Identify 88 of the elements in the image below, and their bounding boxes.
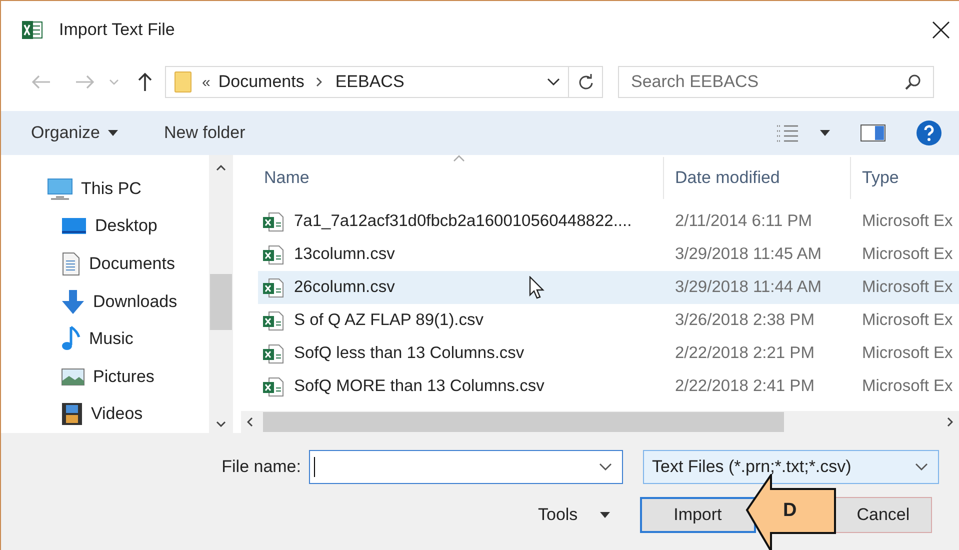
chevron-down-icon (915, 463, 928, 471)
picture-icon (61, 368, 85, 386)
date-cell-text: 3/26/2018 2:38 PM (674, 311, 816, 330)
film-icon (61, 402, 83, 426)
column-header[interactable]: Type (851, 157, 959, 199)
file-row[interactable]: 13column.csv 3/29/2018 11:45 AM Microsoft Ex (258, 238, 959, 271)
file-name: SofQ less than 13 Columns.csv (294, 344, 524, 363)
document-icon (61, 252, 81, 276)
type-cell-text: Microsoft Ex (861, 311, 954, 330)
date-cell-text: 2/22/2018 2:21 PM (674, 344, 816, 363)
spreadsheet-file-icon (262, 278, 284, 298)
file-type-dropdown[interactable]: Text Files (*.prn;*.txt;*.csv) (643, 450, 939, 484)
preview-pane-icon[interactable] (860, 124, 886, 142)
date-cell-text: 2/11/2014 6:11 PM (674, 212, 813, 231)
chevron-right-icon[interactable] (316, 77, 324, 87)
folder-icon (174, 71, 192, 93)
type-cell-text: Microsoft Ex (861, 344, 954, 363)
scrollbar-thumb[interactable] (263, 412, 784, 432)
file-name: SofQ MORE than 13 Columns.csv (294, 377, 544, 396)
spreadsheet-file-icon (262, 344, 284, 364)
up-arrow-icon[interactable] (137, 72, 153, 92)
mouse-cursor-icon (529, 276, 545, 300)
spreadsheet-file-icon (262, 244, 284, 264)
file-name: 13column.csv (294, 245, 395, 264)
view-list-icon[interactable] (776, 124, 800, 142)
caret-icon[interactable] (820, 130, 830, 136)
nav-item[interactable]: Pictures (1, 358, 209, 396)
search-field[interactable]: Search EEBACS (618, 66, 934, 98)
breadcrumb[interactable]: Documents (218, 72, 304, 92)
spreadsheet-app-icon (21, 20, 43, 40)
nav-item[interactable]: Music (1, 320, 209, 358)
file-name: 7a1_7a12acf31d0fbcb2a160010560448822.... (294, 212, 632, 231)
breadcrumb[interactable]: EEBACS (335, 72, 404, 92)
computer-icon (47, 178, 73, 200)
nav-item[interactable]: Desktop (1, 208, 209, 246)
search-icon (905, 74, 921, 90)
tools-button[interactable]: Tools (528, 501, 620, 529)
date-cell-text: 3/29/2018 11:45 AM (674, 245, 822, 264)
scroll-down-icon[interactable] (216, 421, 226, 427)
file-name: 26column.csv (294, 278, 395, 297)
nav-item[interactable]: Videos (1, 396, 209, 434)
close-icon[interactable] (932, 21, 950, 39)
down-arrow-icon (61, 288, 85, 315)
chevron-down-icon[interactable] (547, 78, 560, 86)
scrollbar-thumb[interactable] (210, 274, 232, 330)
dialog-button[interactable]: Cancel (836, 497, 932, 533)
column-header[interactable]: Name (241, 157, 664, 199)
desktop-icon (61, 216, 87, 236)
column-header[interactable]: Date modified (664, 157, 851, 199)
file-name-field[interactable] (309, 450, 623, 484)
type-cell-text: Microsoft Ex (861, 212, 954, 231)
spreadsheet-file-icon (262, 310, 284, 330)
nav-item[interactable]: Downloads (1, 282, 209, 320)
type-cell-text: Microsoft Ex (861, 278, 954, 297)
horizontal-scrollbar[interactable] (241, 411, 959, 433)
scroll-left-icon[interactable] (247, 417, 253, 427)
file-row[interactable]: 7a1_7a12acf31d0fbcb2a160010560448822.... 2/11/2014 6:11 PM Microsoft Ex (258, 205, 959, 238)
spreadsheet-file-icon (262, 212, 284, 232)
music-note-icon (61, 326, 81, 352)
date-cell-text: 2/22/2018 2:41 PM (674, 377, 816, 396)
refresh-icon (578, 74, 594, 90)
caret-icon (108, 130, 118, 136)
scroll-up-icon[interactable] (216, 165, 226, 171)
scroll-right-icon[interactable] (947, 417, 953, 427)
address-bar[interactable]: « Documents EEBACS (165, 66, 603, 98)
file-row[interactable]: SofQ less than 13 Columns.csv 2/22/2018 2:21 PM Microsoft Ex (258, 337, 959, 370)
file-name-label: File name: (220, 457, 301, 477)
overflow-chevrons[interactable]: « (202, 74, 210, 90)
type-cell-text: Microsoft Ex (861, 245, 954, 264)
file-row[interactable]: S of Q AZ FLAP 89(1).csv 3/26/2018 2:38 PM Microsoft Ex (258, 304, 959, 337)
nav-item[interactable]: This PC (1, 170, 209, 208)
type-cell-text: Microsoft Ex (861, 377, 954, 396)
file-row[interactable]: SofQ MORE than 13 Columns.csv 2/22/2018 2:41 PM Microsoft Ex (258, 370, 959, 403)
caret-icon (600, 512, 610, 518)
sort-caret-icon (453, 155, 465, 162)
new-folder-button[interactable]: New folder (158, 119, 252, 147)
callout-label: D (783, 500, 797, 522)
chevron-down-icon[interactable] (599, 463, 612, 471)
organize-button[interactable]: Organize (25, 119, 124, 147)
date-cell-text: 3/29/2018 11:44 AM (674, 278, 822, 297)
file-row[interactable]: 26column.csv 3/29/2018 11:44 AM Microsoft Ex (258, 271, 959, 304)
nav-item[interactable]: Documents (1, 245, 209, 283)
vertical-scrollbar[interactable] (209, 155, 233, 433)
file-name: S of Q AZ FLAP 89(1).csv (294, 311, 484, 330)
help-icon[interactable] (916, 120, 942, 146)
spreadsheet-file-icon (262, 376, 284, 396)
dialog-button[interactable]: Import (640, 497, 756, 533)
window-title: Import Text File (59, 20, 175, 40)
